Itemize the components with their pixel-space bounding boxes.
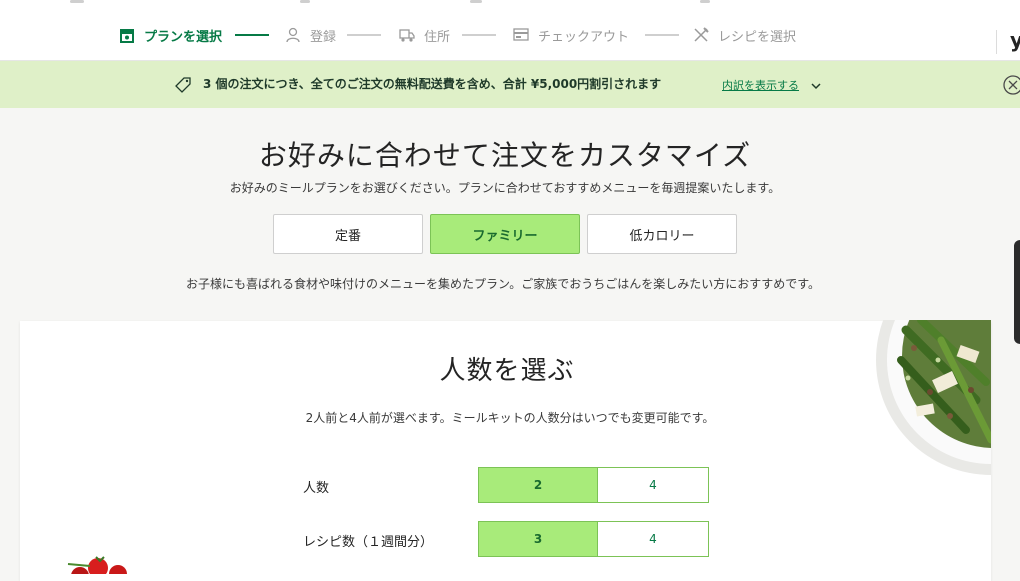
plan-description: お子様にも喜ばれる食材や味付けのメニューを集めたプラン。ご家族でおうちごはんを楽… bbox=[185, 277, 821, 291]
salad-plate-image bbox=[846, 320, 991, 475]
show-breakdown-link[interactable]: 内訳を表示する bbox=[722, 77, 799, 93]
close-icon[interactable] bbox=[1002, 74, 1020, 96]
progress-connector bbox=[347, 34, 381, 36]
card-icon bbox=[512, 26, 530, 44]
step-select-recipes[interactable]: レシピを選択 bbox=[692, 25, 796, 45]
truck-icon bbox=[398, 26, 416, 44]
plan-low-calorie-button[interactable]: 低カロリー bbox=[587, 214, 737, 254]
servings-description: 2人前と4人前が選べます。ミールキットの人数分はいつでも変更可能です。 bbox=[305, 411, 715, 425]
page-subtitle: お好みのミールプランをお選びください。プランに合わせておすすめメニューを毎週提案… bbox=[229, 181, 781, 195]
people-selector: 2 4 bbox=[478, 467, 709, 503]
promo-text: 3 個の注文につき、全てのご注文の無料配送費を含め、合計 ¥5,000円割引され… bbox=[203, 77, 662, 91]
page-title: お好みに合わせて注文をカスタマイズ bbox=[258, 139, 752, 172]
recipes-option-4[interactable]: 4 bbox=[598, 521, 709, 557]
tomato-image bbox=[60, 552, 140, 574]
user-icon bbox=[284, 26, 302, 44]
step-checkout[interactable]: チェックアウト bbox=[512, 25, 629, 45]
step-label: チェックアウト bbox=[538, 29, 630, 45]
tag-icon bbox=[174, 76, 192, 94]
people-label: 人数 bbox=[303, 481, 330, 496]
step-label: プランを選択 bbox=[144, 29, 223, 45]
recipes-label: レシピ数（１週間分） bbox=[303, 535, 434, 550]
chevron-down-icon[interactable] bbox=[810, 77, 822, 90]
recipes-option-3[interactable]: 3 bbox=[478, 521, 598, 557]
step-address[interactable]: 住所 bbox=[398, 25, 450, 45]
recipes-selector: 3 4 bbox=[478, 521, 709, 557]
promo-banner: 3 個の注文につき、全てのご注文の無料配送費を含め、合計 ¥5,000円割引され… bbox=[0, 61, 1020, 108]
step-label: 住所 bbox=[424, 29, 451, 45]
servings-title: 人数を選ぶ bbox=[439, 356, 575, 386]
step-label: レシピを選択 bbox=[718, 29, 797, 45]
header-cut-text: y bbox=[1010, 28, 1020, 52]
step-label: 登録 bbox=[310, 29, 337, 45]
progress-connector bbox=[235, 34, 269, 36]
checkout-progress-bar: プランを選択 登録 住所 チェックアウト レシピを選択 y bbox=[0, 10, 1020, 61]
step-register[interactable]: 登録 bbox=[284, 25, 336, 45]
utensils-icon bbox=[692, 26, 710, 44]
people-option-2[interactable]: 2 bbox=[478, 467, 598, 503]
people-option-4[interactable]: 4 bbox=[598, 467, 709, 503]
step-select-plan[interactable]: プランを選択 bbox=[118, 25, 222, 45]
plan-standard-button[interactable]: 定番 bbox=[273, 214, 423, 254]
header-divider bbox=[996, 30, 997, 54]
plan-family-button[interactable]: ファミリー bbox=[430, 214, 580, 254]
progress-connector bbox=[462, 34, 496, 36]
progress-connector bbox=[645, 34, 679, 36]
side-panel-handle[interactable] bbox=[1014, 240, 1020, 344]
plan-box-icon bbox=[118, 26, 136, 44]
